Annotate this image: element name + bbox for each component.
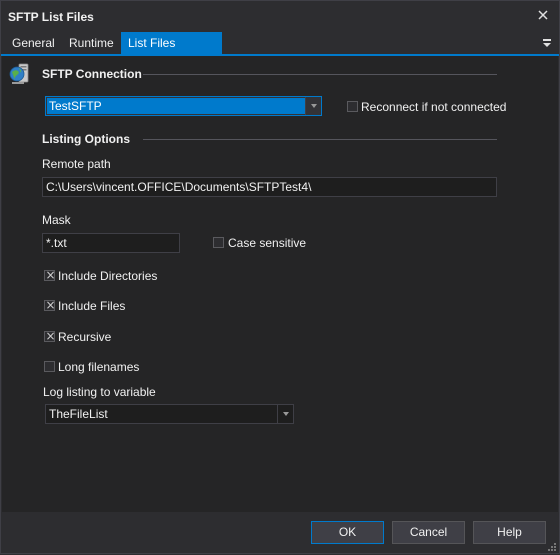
dialog-window: SFTP List Files General Runtime List Fil…	[0, 0, 560, 554]
sftp-connection-value: TestSFTP	[47, 98, 306, 114]
tab-general-label: General	[12, 36, 55, 50]
tab-overflow-menu-icon[interactable]	[541, 36, 553, 50]
remote-path-label: Remote path	[42, 157, 111, 171]
mask-label: Mask	[42, 213, 71, 227]
remote-path-input[interactable]: C:\Users\vincent.OFFICE\Documents\SFTPTe…	[42, 177, 497, 197]
resize-grip-icon[interactable]	[547, 541, 557, 551]
dialog-footer: OK Cancel Help	[2, 512, 558, 553]
tab-bar: General Runtime List Files Options	[1, 32, 559, 72]
options-panel: SFTP Connection TestSFTP Reconnect if no…	[2, 56, 558, 512]
include-directories-checkbox[interactable]: ×	[44, 268, 56, 282]
recursive-checkbox[interactable]: ×	[44, 329, 56, 343]
include-directories-label[interactable]: Include Directories	[58, 269, 157, 283]
long-filenames-checkbox[interactable]	[44, 361, 55, 372]
section-divider	[143, 139, 497, 140]
tab-runtime-label: Runtime	[69, 36, 114, 50]
include-files-checkbox[interactable]: ×	[44, 298, 56, 312]
cancel-button[interactable]: Cancel	[392, 521, 465, 544]
checkmark-icon: ×	[45, 329, 56, 343]
sftp-connection-select[interactable]: TestSFTP	[45, 96, 322, 116]
tab-runtime[interactable]: Runtime	[62, 32, 121, 54]
window-title: SFTP List Files	[8, 10, 94, 24]
section-divider	[143, 74, 497, 75]
close-icon[interactable]	[535, 7, 551, 23]
title-bar: SFTP List Files	[1, 1, 559, 32]
log-variable-select[interactable]: TheFileList	[45, 404, 294, 424]
log-variable-value: TheFileList	[49, 407, 108, 421]
mask-input[interactable]: *.txt	[42, 233, 180, 253]
checkmark-icon: ×	[45, 298, 56, 312]
case-sensitive-checkbox[interactable]	[213, 237, 224, 248]
tab-general[interactable]: General	[5, 32, 62, 54]
case-sensitive-label[interactable]: Case sensitive	[228, 236, 306, 250]
sftp-connection-heading: SFTP Connection	[42, 67, 142, 81]
globe-server-icon	[8, 62, 30, 86]
ok-button[interactable]: OK	[311, 521, 384, 544]
reconnect-checkbox[interactable]	[347, 101, 358, 112]
help-button[interactable]: Help	[473, 521, 546, 544]
tab-list-files-options[interactable]: List Files Options	[121, 32, 222, 72]
recursive-label[interactable]: Recursive	[58, 330, 111, 344]
chevron-down-icon[interactable]	[277, 405, 293, 423]
long-filenames-label[interactable]: Long filenames	[58, 360, 139, 374]
chevron-down-icon[interactable]	[305, 97, 321, 115]
include-files-label[interactable]: Include Files	[58, 299, 125, 313]
log-variable-label: Log listing to variable	[43, 385, 156, 399]
listing-options-heading: Listing Options	[42, 132, 130, 146]
checkmark-icon: ×	[45, 268, 56, 282]
reconnect-label[interactable]: Reconnect if not connected	[361, 100, 506, 114]
